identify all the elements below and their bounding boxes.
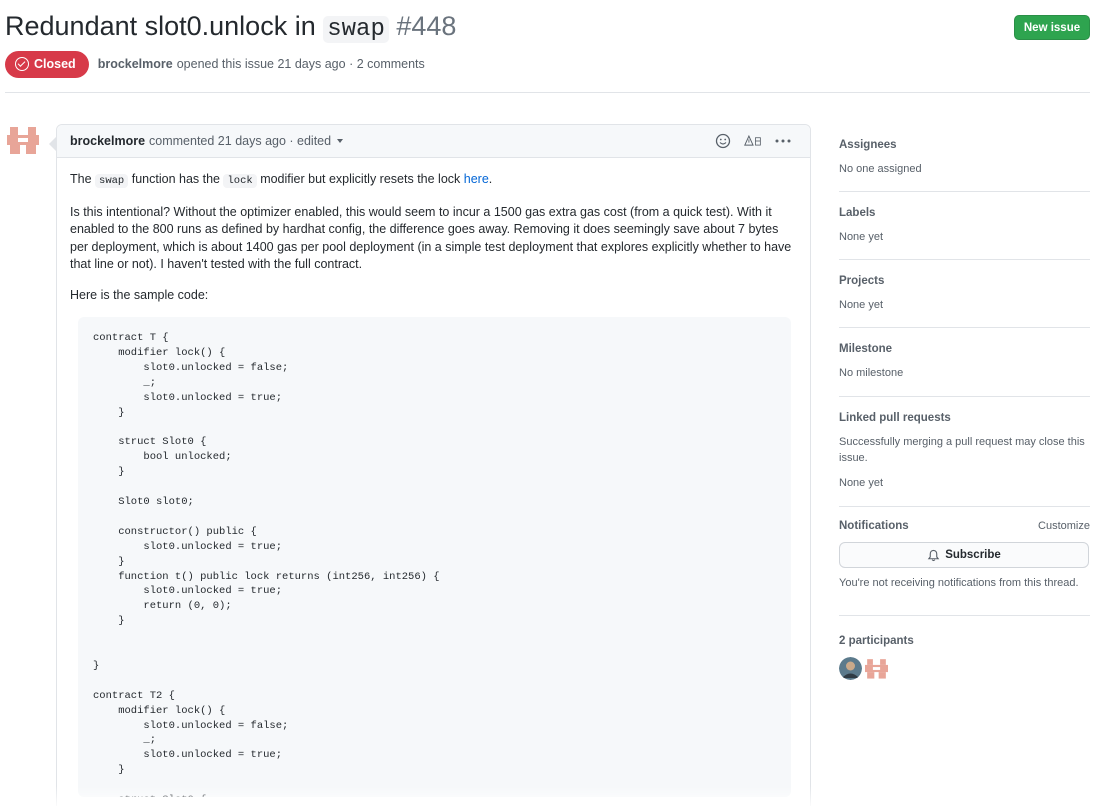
linked-prs-value: None yet [839, 477, 884, 489]
projects-value: None yet [839, 299, 884, 311]
sidebar-notifications: Notifications Customize Subscribe You're… [839, 507, 1090, 616]
participants-list [839, 657, 1090, 680]
labels-title[interactable]: Labels [839, 207, 1090, 219]
issue-title-code: swap [323, 16, 389, 43]
para1-text-a: The [70, 172, 92, 186]
issue-sidebar: Assignees No one assigned Labels None ye… [839, 128, 1090, 680]
issue-title: Redundant slot0.unlock in swap #448 [5, 6, 1090, 50]
smiley-icon[interactable] [714, 133, 732, 149]
issue-meta: Closed brockelmore opened this issue 21 … [5, 50, 425, 78]
issue-title-text: Redundant slot0.unlock in [5, 11, 316, 41]
chevron-down-icon[interactable] [337, 139, 344, 143]
notifications-title-text: Notifications [839, 520, 909, 532]
new-issue-button[interactable]: New issue [1014, 15, 1090, 40]
comment-meta[interactable]: commented 21 days ago · edited [149, 134, 331, 148]
comment-actions [714, 133, 792, 149]
assignees-title[interactable]: Assignees [839, 139, 1090, 151]
comment-paragraph-2: Is this intentional? Without the optimiz… [70, 204, 792, 272]
comment-body: The swap function has the lock modifier … [57, 158, 810, 797]
linked-prs-title[interactable]: Linked pull requests [839, 412, 1090, 424]
participants-title: 2 participants [839, 635, 914, 647]
issue-author-link[interactable]: brockelmore [98, 57, 173, 71]
milestone-title[interactable]: Milestone [839, 343, 1090, 355]
para1-text-c: modifier but explicitly resets the lock [260, 172, 461, 186]
translate-icon[interactable] [744, 133, 762, 149]
author-avatar[interactable] [7, 124, 39, 156]
para1-text-d: . [488, 172, 493, 186]
header-divider [5, 92, 1090, 93]
participant-avatar-2[interactable] [865, 657, 888, 680]
sidebar-linked-prs[interactable]: Linked pull requests Successfully mergin… [839, 397, 1090, 507]
comment-box: brockelmore commented 21 days ago · edit… [49, 124, 811, 806]
issue-title-row: Redundant slot0.unlock in swap #448 New … [5, 6, 1090, 46]
customize-link[interactable]: Customize [1038, 520, 1090, 532]
notifications-desc: You're not receiving notifications from … [839, 577, 1079, 589]
closed-icon [15, 57, 29, 71]
sidebar-participants: 2 participants [839, 616, 1090, 680]
projects-title[interactable]: Projects [839, 275, 1090, 287]
issue-opened-text: opened this issue 21 days ago · 2 commen… [176, 57, 425, 71]
linked-prs-desc: Successfully merging a pull request may … [839, 436, 1085, 464]
comment-author-link[interactable]: brockelmore [70, 134, 145, 148]
code-block: contract T { modifier lock() { slot0.unl… [78, 317, 791, 797]
sidebar-milestone[interactable]: Milestone No milestone [839, 328, 1090, 397]
comment-paragraph-3: Here is the sample code: [70, 287, 209, 302]
inline-code-swap: swap [95, 174, 129, 188]
inline-code-lock: lock [223, 174, 257, 188]
comment-paragraph-1: The swap function has the lock modifier … [70, 171, 797, 191]
milestone-value: No milestone [839, 367, 904, 379]
participant-avatar-1[interactable] [839, 657, 862, 680]
status-badge: Closed [5, 50, 89, 78]
here-link[interactable]: here [464, 172, 489, 186]
assignees-value: No one assigned [839, 163, 922, 175]
notifications-title: Notifications Customize [839, 520, 1090, 532]
subscribe-button[interactable]: Subscribe [839, 542, 1089, 568]
para1-text-b: function has the [131, 172, 220, 186]
bell-icon [927, 549, 940, 561]
sidebar-projects[interactable]: Projects None yet [839, 260, 1090, 328]
labels-value: None yet [839, 231, 884, 243]
comment-header: brockelmore commented 21 days ago · edit… [57, 125, 810, 158]
sidebar-labels[interactable]: Labels None yet [839, 192, 1090, 260]
issue-number: #448 [396, 11, 457, 41]
sidebar-assignees[interactable]: Assignees No one assigned [839, 128, 1090, 192]
status-label: Closed [34, 57, 76, 71]
subscribe-label: Subscribe [945, 549, 1001, 561]
kebab-icon[interactable] [774, 133, 792, 149]
